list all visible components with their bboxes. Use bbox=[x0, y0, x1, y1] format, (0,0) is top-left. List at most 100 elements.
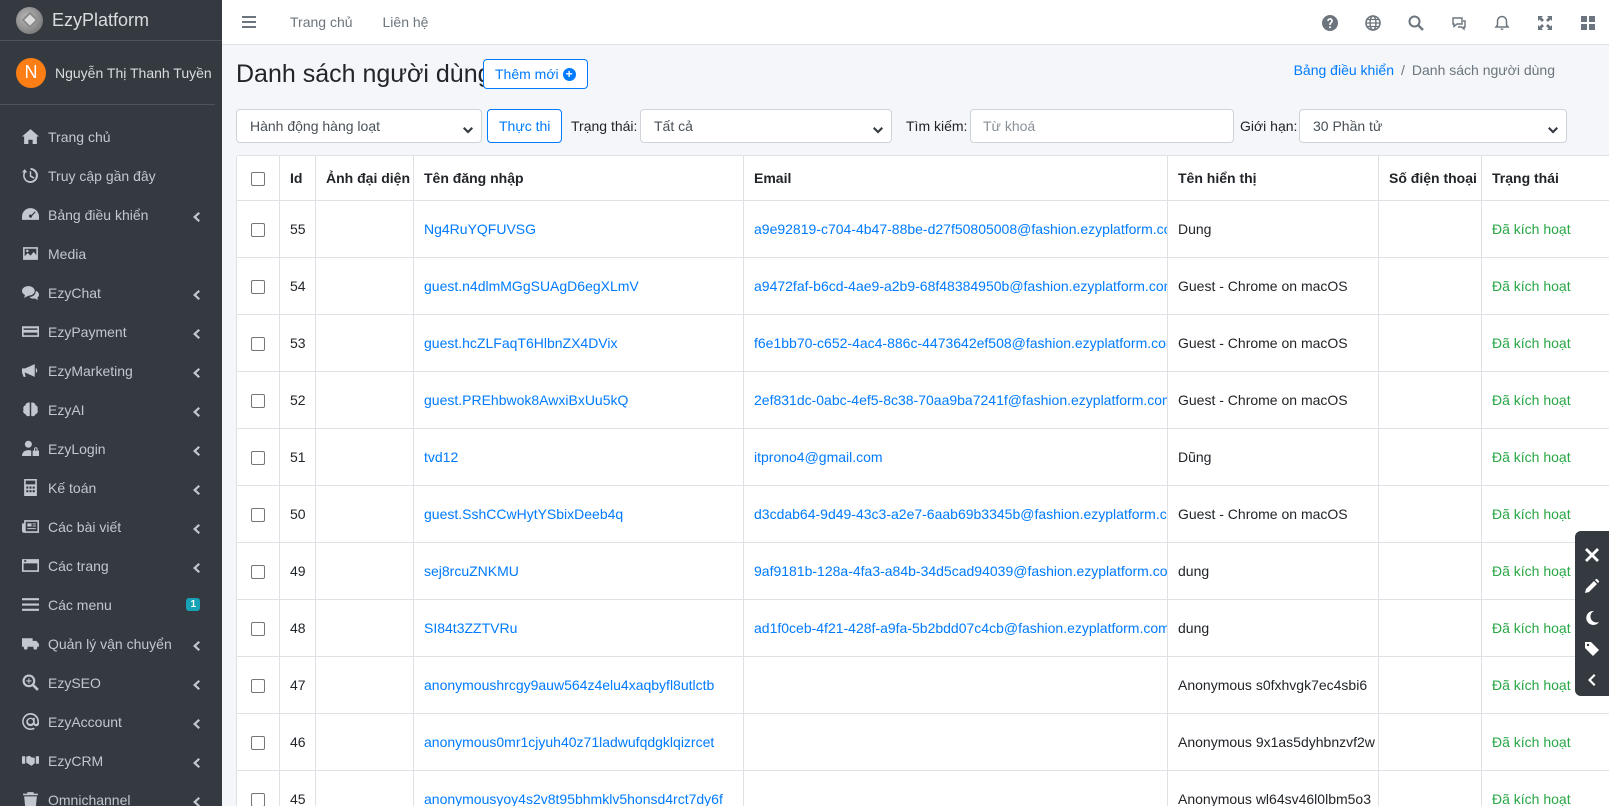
cell-email-text[interactable]: 2ef831dc-0abc-4ef5-8c38-70aa9ba7241f@fas… bbox=[754, 392, 1167, 408]
limit-select[interactable]: 30 Phần tử bbox=[1299, 109, 1567, 143]
table-row[interactable]: 54 guest.n4dlmMGgSUAgD6egXLmV a9472faf-b6c… bbox=[236, 257, 1609, 315]
sidebar-item-ezychat[interactable]: EzyChat bbox=[0, 273, 222, 312]
cell-username[interactable]: guest.PREhbwok8AwxiBxUu5kQ bbox=[413, 371, 744, 429]
add-new-button[interactable]: Thêm mới + bbox=[483, 59, 588, 89]
cell-email[interactable]: a9e92819-c704-4b47-88be-d27f50805008@fas… bbox=[743, 200, 1168, 258]
column-header-status[interactable]: Trạng thái bbox=[1481, 155, 1609, 201]
row-checkbox[interactable] bbox=[251, 280, 265, 295]
cell-username-text[interactable]: guest.PREhbwok8AwxiBxUu5kQ bbox=[424, 392, 628, 408]
brand[interactable]: EzyPlatform bbox=[0, 0, 222, 41]
row-checkbox[interactable] bbox=[251, 451, 265, 466]
cell-username[interactable]: anonymous0mr1cjyuh40z71ladwufqdgklqizrce… bbox=[413, 713, 744, 771]
cell-username-text[interactable]: tvd12 bbox=[424, 449, 458, 465]
row-checkbox[interactable] bbox=[251, 793, 265, 806]
user-panel[interactable]: N Nguyễn Thị Thanh Tuyền bbox=[0, 41, 215, 105]
cell-username-text[interactable]: anonymoushrcgy9auw564z4elu4xaqbyfl8utlct… bbox=[424, 677, 714, 693]
sidebar-item-c-c-b-i-vi-t[interactable]: Các bài viết bbox=[0, 507, 222, 546]
cell-username-text[interactable]: sej8rcuZNKMU bbox=[424, 563, 519, 579]
row-checkbox[interactable] bbox=[251, 622, 265, 637]
column-header-display-name[interactable]: Tên hiển thị bbox=[1167, 155, 1379, 201]
sidebar-item-qu-n-l-v-n-chuy-n[interactable]: Quản lý vận chuyển bbox=[0, 624, 222, 663]
expand-icon[interactable] bbox=[1523, 15, 1566, 31]
cell-email[interactable]: ad1f0ceb-4f21-428f-a9fa-5b2bdd07c4cb@fas… bbox=[743, 599, 1168, 657]
cell-email[interactable]: itprono4@gmail.com bbox=[743, 428, 1168, 486]
top-link-home[interactable]: Trang chủ bbox=[290, 14, 353, 30]
cell-email-text[interactable]: itprono4@gmail.com bbox=[754, 449, 883, 465]
cell-email-text[interactable]: a9e92819-c704-4b47-88be-d27f50805008@fas… bbox=[754, 221, 1167, 237]
row-checkbox[interactable] bbox=[251, 508, 265, 523]
cell-username[interactable]: guest.hcZLFaqT6HlbnZX4DVix bbox=[413, 314, 744, 372]
breadcrumb-dashboard-link[interactable]: Bảng điều khiển bbox=[1294, 62, 1394, 78]
comments-icon[interactable] bbox=[1437, 15, 1480, 31]
sidebar-item-ezylogin[interactable]: EzyLogin bbox=[0, 429, 222, 468]
sidebar-item-ezymarketing[interactable]: EzyMarketing bbox=[0, 351, 222, 390]
column-header-phone[interactable]: Số điện thoại bbox=[1378, 155, 1482, 201]
cell-email[interactable]: 2ef831dc-0abc-4ef5-8c38-70aa9ba7241f@fas… bbox=[743, 371, 1168, 429]
chevron-left-icon[interactable] bbox=[1575, 665, 1609, 696]
row-checkbox[interactable] bbox=[251, 679, 265, 694]
column-header-email[interactable]: Email bbox=[743, 155, 1168, 201]
sidebar-item-omnichannel[interactable]: Omnichannel bbox=[0, 780, 222, 806]
table-row[interactable]: 52 guest.PREhbwok8AwxiBxUu5kQ 2ef831dc-0ab… bbox=[236, 371, 1609, 429]
sidebar-item-media[interactable]: Media bbox=[0, 234, 222, 273]
sidebar-item-truy-c-p-g-n-y[interactable]: Truy cập gần đây bbox=[0, 156, 222, 195]
hamburger-menu-icon[interactable] bbox=[242, 16, 256, 28]
cell-username[interactable]: SI84t3ZZTVRu bbox=[413, 599, 744, 657]
execute-button[interactable]: Thực thi bbox=[487, 109, 563, 143]
cell-username[interactable]: guest.n4dlmMGgSUAgD6egXLmV bbox=[413, 257, 744, 315]
cell-email[interactable] bbox=[743, 656, 1168, 714]
cell-username[interactable]: sej8rcuZNKMU bbox=[413, 542, 744, 600]
sidebar-item-k-to-n[interactable]: Kế toán bbox=[0, 468, 222, 507]
cell-email[interactable] bbox=[743, 713, 1168, 771]
cell-email[interactable] bbox=[743, 770, 1168, 806]
sidebar-item-c-c-trang[interactable]: Các trang bbox=[0, 546, 222, 585]
cell-username-text[interactable]: SI84t3ZZTVRu bbox=[424, 620, 517, 636]
tag-icon[interactable] bbox=[1575, 633, 1609, 664]
table-row[interactable]: 48 SI84t3ZZTVRu ad1f0ceb-4f21-428f-a9fa-5b… bbox=[236, 599, 1609, 657]
cell-username-text[interactable]: anonymousyoy4s2v8t95bhmklv5honsd4rct7dy6… bbox=[424, 791, 723, 806]
pencil-icon[interactable] bbox=[1575, 570, 1609, 601]
top-link-contact[interactable]: Liên hệ bbox=[383, 14, 429, 30]
sidebar-item-ezyaccount[interactable]: EzyAccount bbox=[0, 702, 222, 741]
cell-username[interactable]: guest.SshCCwHytYSbixDeeb4q bbox=[413, 485, 744, 543]
bulk-action-select[interactable]: Hành động hàng loạt bbox=[236, 109, 482, 143]
cell-username[interactable]: anonymousyoy4s2v8t95bhmklv5honsd4rct7dy6… bbox=[413, 770, 744, 806]
status-select[interactable]: Tất cả bbox=[640, 109, 892, 143]
row-checkbox[interactable] bbox=[251, 565, 265, 580]
cell-username-text[interactable]: Ng4RuYQFUVSG bbox=[424, 221, 536, 237]
sidebar-item-ezyseo[interactable]: EzySEO bbox=[0, 663, 222, 702]
table-row[interactable]: 46 anonymous0mr1cjyuh40z71ladwufqdgklqizr… bbox=[236, 713, 1609, 771]
cell-email-text[interactable]: f6e1bb70-c652-4ac4-886c-4473642ef508@fas… bbox=[754, 335, 1167, 351]
sidebar-item-ezycrm[interactable]: EzyCRM bbox=[0, 741, 222, 780]
table-row[interactable]: 53 guest.hcZLFaqT6HlbnZX4DVix f6e1bb70-c65… bbox=[236, 314, 1609, 372]
cell-username-text[interactable]: guest.n4dlmMGgSUAgD6egXLmV bbox=[424, 278, 639, 294]
cell-email[interactable]: a9472faf-b6cd-4ae9-a2b9-68f48384950b@fas… bbox=[743, 257, 1168, 315]
table-row[interactable]: 50 guest.SshCCwHytYSbixDeeb4q d3cdab64-9d4… bbox=[236, 485, 1609, 543]
help-icon[interactable] bbox=[1308, 14, 1351, 31]
cell-email[interactable]: f6e1bb70-c652-4ac4-886c-4473642ef508@fas… bbox=[743, 314, 1168, 372]
table-row[interactable]: 49 sej8rcuZNKMU 9af9181b-128a-4fa3-a84b-34… bbox=[236, 542, 1609, 600]
globe-icon[interactable] bbox=[1351, 14, 1394, 31]
table-row[interactable]: 55 Ng4RuYQFUVSG a9e92819-c704-4b47-88be-d2… bbox=[236, 200, 1609, 258]
column-header-id[interactable]: Id bbox=[279, 155, 316, 201]
table-row[interactable]: 51 tvd12 itprono4@gmail.com Dũng Đã kích hoạ… bbox=[236, 428, 1609, 486]
cell-email[interactable]: d3cdab64-9d49-43c3-a2e7-6aab69b3345b@fas… bbox=[743, 485, 1168, 543]
column-header-username[interactable]: Tên đăng nhập bbox=[413, 155, 744, 201]
cell-email-text[interactable]: ad1f0ceb-4f21-428f-a9fa-5b2bdd07c4cb@fas… bbox=[754, 620, 1167, 636]
sidebar-item-ezyai[interactable]: EzyAI bbox=[0, 390, 222, 429]
close-icon[interactable] bbox=[1575, 539, 1609, 570]
cell-email[interactable]: 9af9181b-128a-4fa3-a84b-34d5cad94039@fas… bbox=[743, 542, 1168, 600]
cell-username-text[interactable]: guest.SshCCwHytYSbixDeeb4q bbox=[424, 506, 623, 522]
sidebar-item-ezypayment[interactable]: EzyPayment bbox=[0, 312, 222, 351]
search-icon[interactable] bbox=[1394, 15, 1437, 31]
cell-email-text[interactable]: d3cdab64-9d49-43c3-a2e7-6aab69b3345b@fas… bbox=[754, 506, 1167, 522]
moon-icon[interactable] bbox=[1575, 602, 1609, 633]
bell-icon[interactable] bbox=[1480, 15, 1523, 31]
cell-username-text[interactable]: anonymous0mr1cjyuh40z71ladwufqdgklqizrce… bbox=[424, 734, 714, 750]
row-checkbox[interactable] bbox=[251, 337, 265, 352]
table-row[interactable]: 45 anonymousyoy4s2v8t95bhmklv5honsd4rct7d… bbox=[236, 770, 1609, 806]
row-checkbox[interactable] bbox=[251, 394, 265, 409]
table-row[interactable]: 47 anonymoushrcgy9auw564z4elu4xaqbyfl8utl… bbox=[236, 656, 1609, 714]
select-all-checkbox[interactable] bbox=[251, 172, 265, 187]
cell-email-text[interactable]: 9af9181b-128a-4fa3-a84b-34d5cad94039@fas… bbox=[754, 563, 1167, 579]
